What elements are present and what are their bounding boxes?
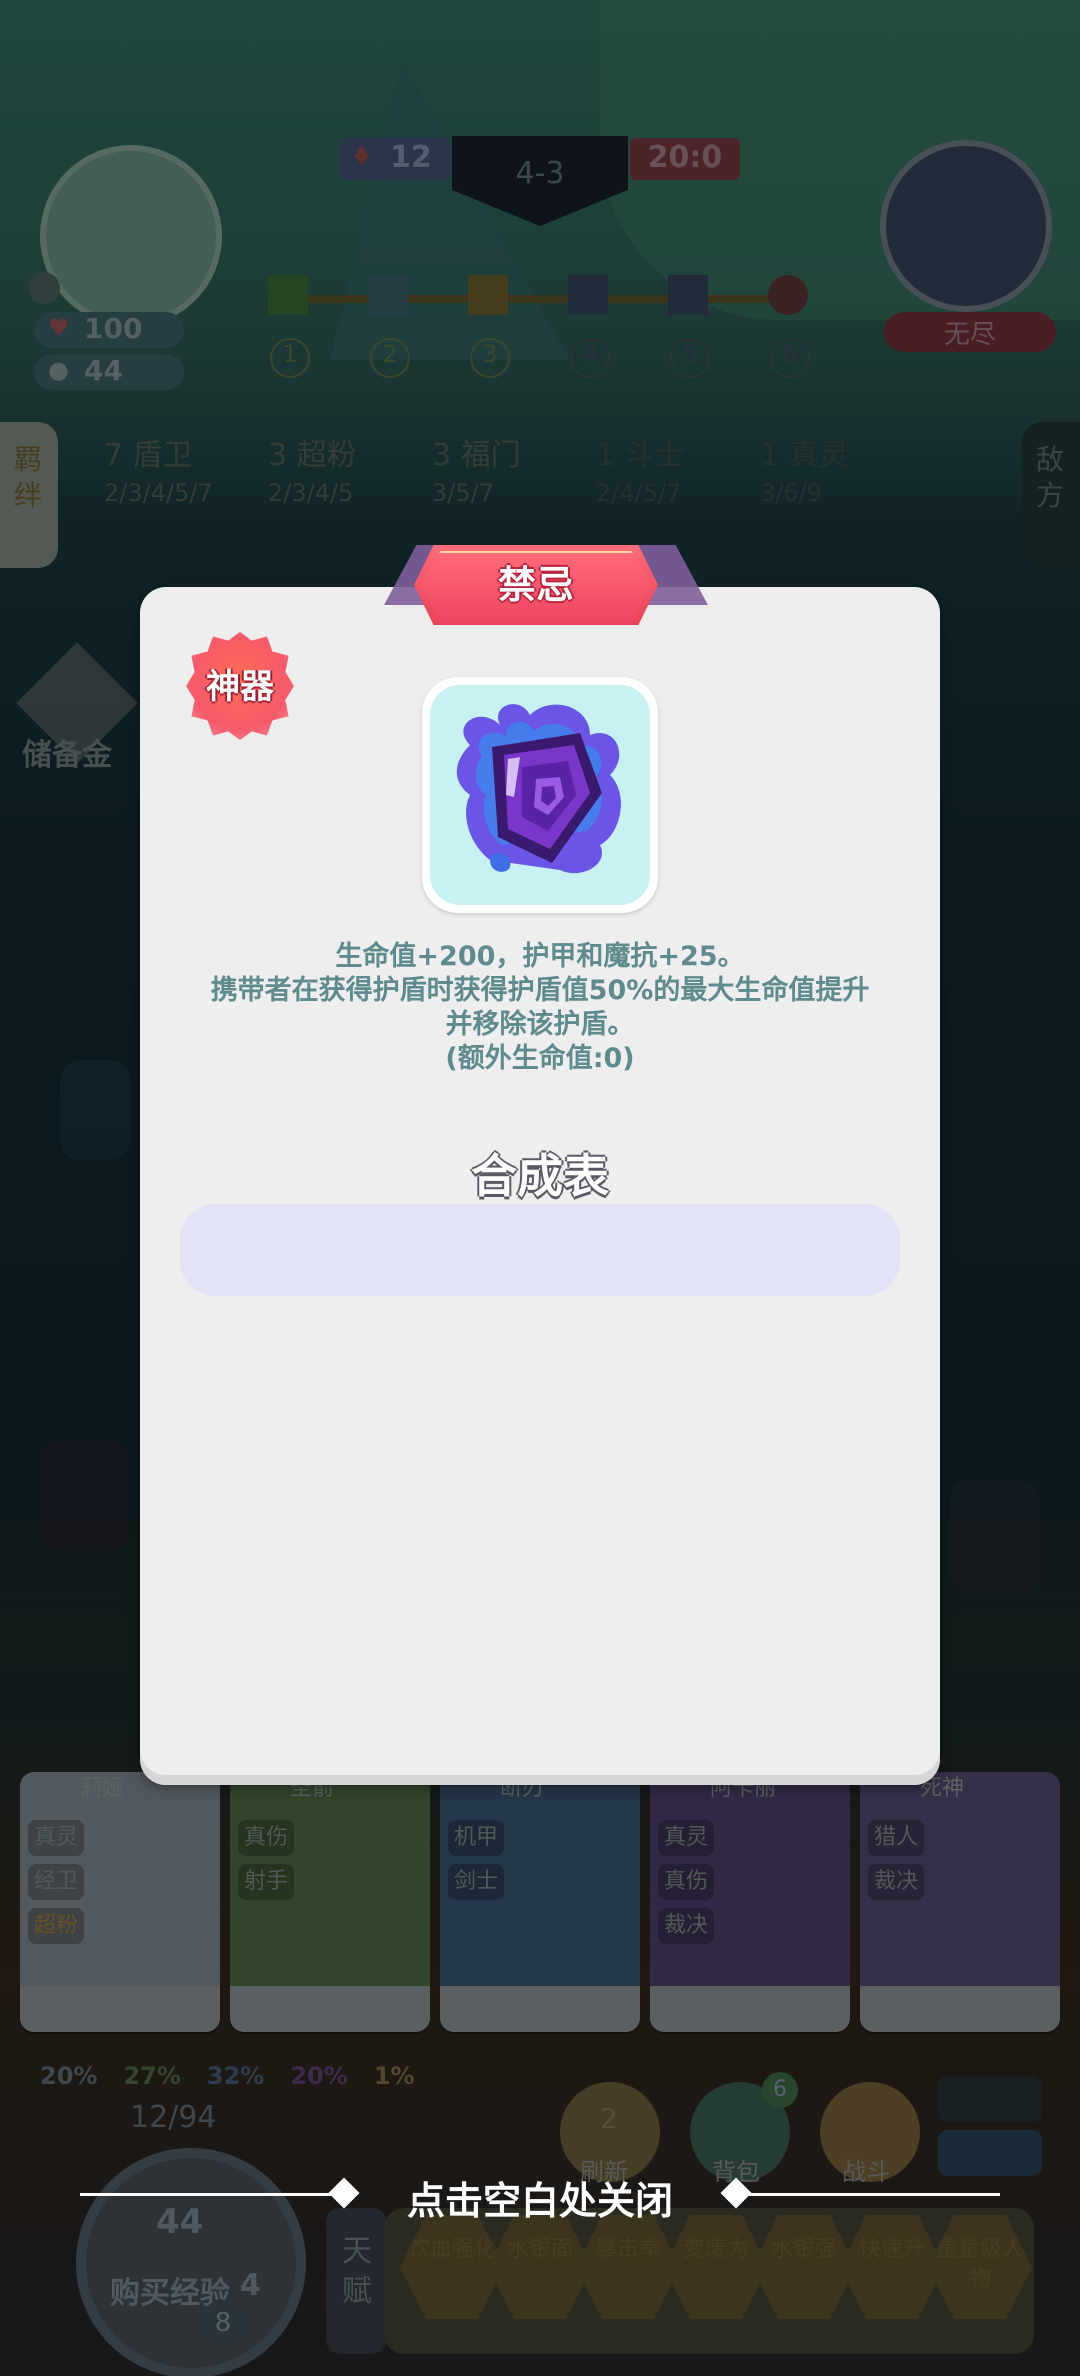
bonus-hp-line: (额外生命值:0): [445, 1043, 635, 1074]
cursed-shield-icon: [456, 704, 621, 874]
description-line: 携带者在获得护盾时获得护盾值50%的最大生命值提升: [210, 975, 870, 1006]
dialog-title: 禁忌: [497, 563, 574, 607]
item-description: 生命值+200，护甲和魔抗+25。 携带者在获得护盾时获得护盾值50%的最大生命…: [140, 940, 940, 1076]
recipe-section-title: 合成表: [471, 1149, 609, 1203]
description-line: 并移除该护盾。: [445, 1009, 635, 1040]
close-hint-text: 点击空白处关闭: [406, 2179, 673, 2223]
artifact-badge-label: 神器: [206, 667, 274, 707]
description-line: 生命值+200，护甲和魔抗+25。: [335, 941, 745, 972]
recipe-list: [180, 1204, 900, 1296]
